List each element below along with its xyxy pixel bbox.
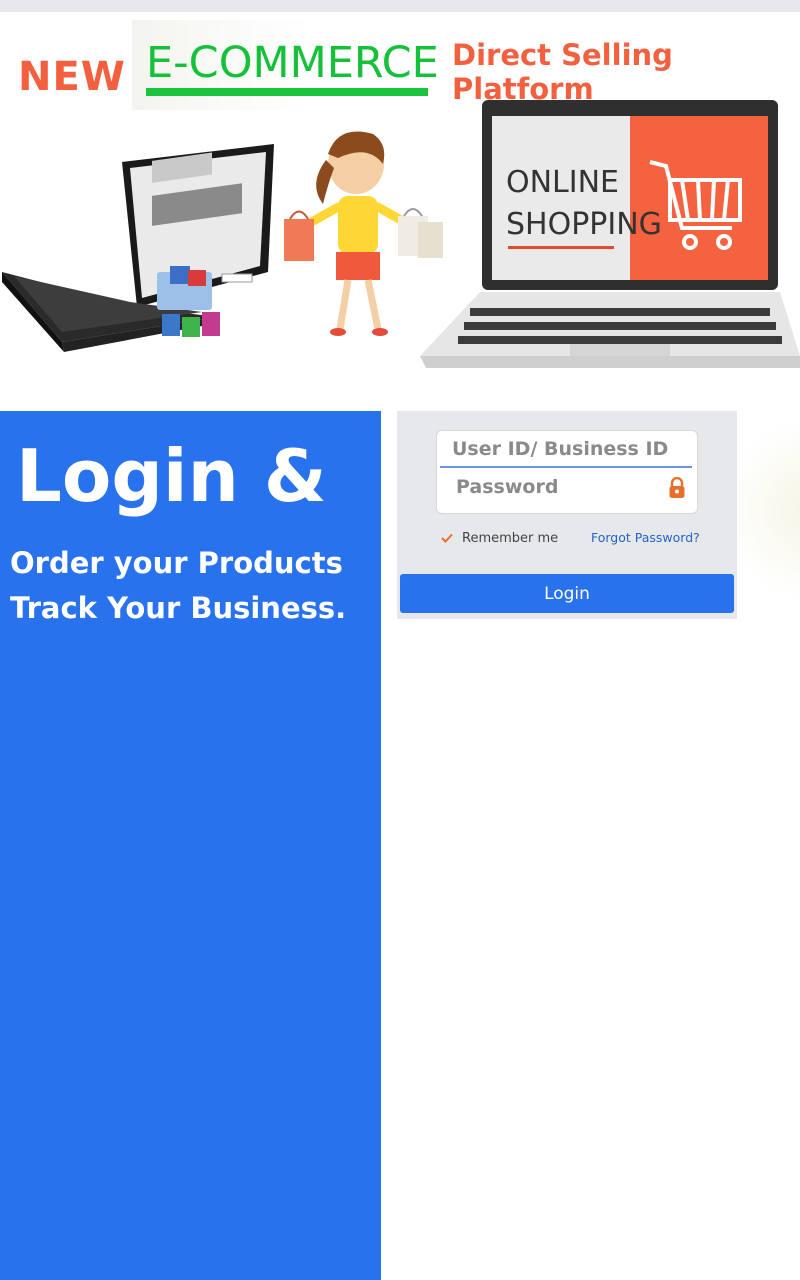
online-text: ONLINE (506, 165, 619, 200)
new-label: NEW (18, 54, 126, 100)
password-input[interactable] (440, 470, 660, 504)
forgot-password-link[interactable]: Forgot Password? (591, 530, 700, 545)
ecommerce-underline (146, 88, 428, 96)
login-button[interactable]: Login (400, 574, 734, 613)
top-status-strip (0, 0, 800, 12)
lock-icon (669, 477, 685, 498)
ecommerce-label: E-COMMERCE (146, 38, 439, 88)
remember-me-label: Remember me (462, 530, 559, 546)
hero-line-order: Order your Products (10, 546, 343, 580)
hero-heading: Login & (16, 434, 327, 518)
direct-selling-label: Direct Selling Platform (452, 38, 673, 106)
hero-line-track: Track Your Business. (10, 591, 347, 625)
promo-banner: NEW E-COMMERCE Direct Selling Platform O… (0, 14, 800, 394)
checkmark-icon (441, 533, 453, 543)
laptop-illustration (2, 144, 274, 352)
user-id-input[interactable] (440, 432, 692, 468)
remember-me-checkbox[interactable]: Remember me (440, 528, 558, 548)
hero-panel (0, 411, 381, 1280)
shopping-text: SHOPPING (506, 207, 662, 242)
online-shopping-laptop-illustration: ONLINE SHOPPING (420, 100, 800, 368)
background-decoration (740, 400, 800, 620)
